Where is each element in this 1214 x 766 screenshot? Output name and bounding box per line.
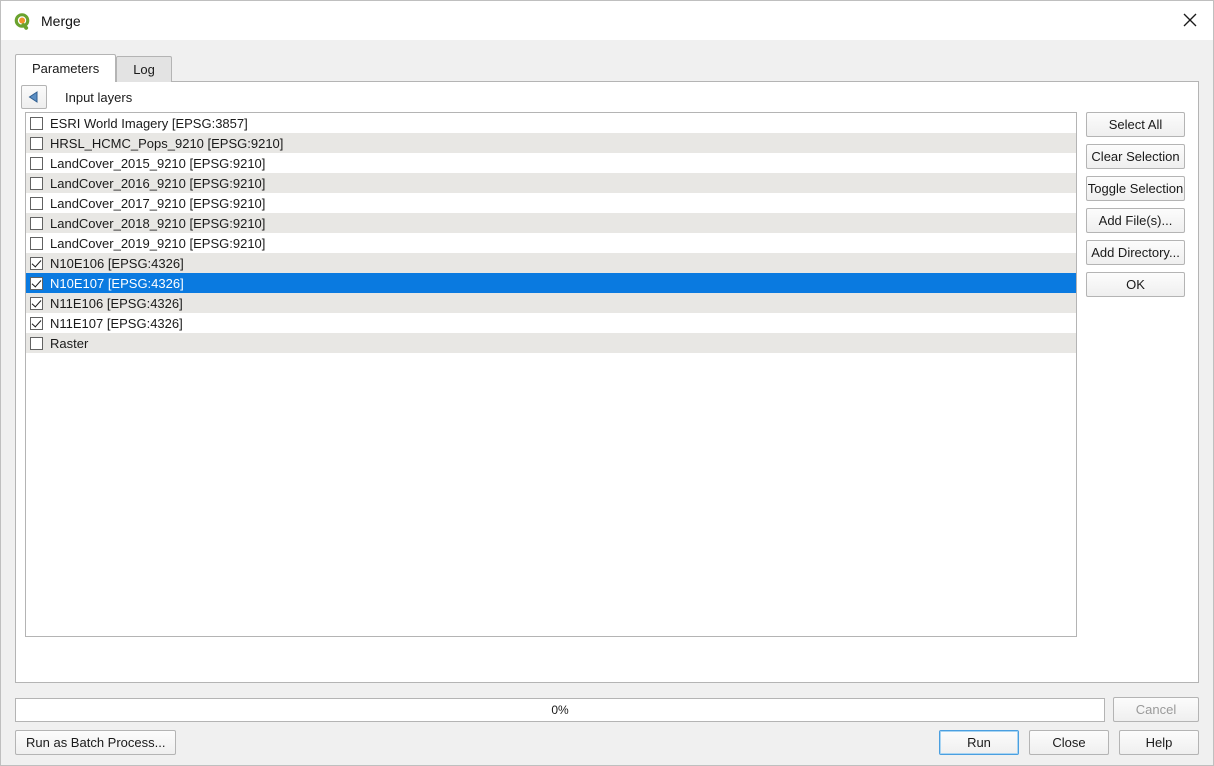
layer-label: LandCover_2019_9210 [EPSG:9210] <box>50 235 266 251</box>
layer-checkbox[interactable] <box>30 116 43 130</box>
progress-row: 0% Cancel <box>15 697 1199 722</box>
layer-list-item[interactable]: N11E107 [EPSG:4326] <box>26 313 1076 333</box>
qgis-logo-icon <box>12 11 32 31</box>
close-icon[interactable] <box>1167 1 1213 39</box>
clear-selection-button[interactable]: Clear Selection <box>1086 144 1185 169</box>
layer-checkbox[interactable] <box>30 176 43 190</box>
close-button[interactable]: Close <box>1029 730 1109 755</box>
cancel-button[interactable]: Cancel <box>1113 697 1199 722</box>
layer-list-item[interactable]: LandCover_2018_9210 [EPSG:9210] <box>26 213 1076 233</box>
run-as-batch-process-button[interactable]: Run as Batch Process... <box>15 730 177 755</box>
back-arrow-icon[interactable] <box>21 85 47 109</box>
layer-list-item[interactable]: HRSL_HCMC_Pops_9210 [EPSG:9210] <box>26 133 1076 153</box>
tab-bar: Parameters Log <box>15 54 1213 82</box>
layer-label: N10E107 [EPSG:4326] <box>50 275 184 291</box>
layer-label: ESRI World Imagery [EPSG:3857] <box>50 115 248 131</box>
layer-list-item[interactable]: N10E106 [EPSG:4326] <box>26 253 1076 273</box>
layer-list[interactable]: ESRI World Imagery [EPSG:3857] HRSL_HCMC_… <box>25 112 1077 637</box>
merge-dialog-window: Merge Parameters Log Input layers ESRI W… <box>0 0 1214 766</box>
layer-list-item[interactable]: N11E106 [EPSG:4326] <box>26 293 1076 313</box>
add-files-button[interactable]: Add File(s)... <box>1086 208 1185 233</box>
select-all-button[interactable]: Select All <box>1086 112 1185 137</box>
layer-checkbox[interactable] <box>30 296 43 310</box>
layer-list-item[interactable]: LandCover_2019_9210 [EPSG:9210] <box>26 233 1076 253</box>
dialog-body: Parameters Log Input layers ESRI World I… <box>1 40 1213 765</box>
layer-list-item[interactable]: LandCover_2016_9210 [EPSG:9210] <box>26 173 1076 193</box>
add-directory-button[interactable]: Add Directory... <box>1086 240 1185 265</box>
layer-checkbox[interactable] <box>30 236 43 250</box>
layer-label: Raster <box>50 335 89 351</box>
title-bar: Merge <box>1 1 1213 40</box>
help-button[interactable]: Help <box>1119 730 1199 755</box>
layer-label: LandCover_2016_9210 [EPSG:9210] <box>50 175 266 191</box>
layer-checkbox[interactable] <box>30 256 43 270</box>
layer-checkbox[interactable] <box>30 156 43 170</box>
panel-header: Input layers <box>16 82 1198 112</box>
layer-list-item[interactable]: N10E107 [EPSG:4326] <box>26 273 1076 293</box>
layer-checkbox[interactable] <box>30 136 43 150</box>
layer-label: LandCover_2018_9210 [EPSG:9210] <box>50 215 266 231</box>
layer-label: N10E106 [EPSG:4326] <box>50 255 184 271</box>
ok-button[interactable]: OK <box>1086 272 1185 297</box>
layer-list-item[interactable]: LandCover_2017_9210 [EPSG:9210] <box>26 193 1076 213</box>
layer-label: N11E107 [EPSG:4326] <box>50 315 183 331</box>
layer-label: LandCover_2017_9210 [EPSG:9210] <box>50 195 266 211</box>
tab-parameters[interactable]: Parameters <box>15 54 117 82</box>
tab-log[interactable]: Log <box>116 56 172 82</box>
toggle-selection-button[interactable]: Toggle Selection <box>1086 176 1185 201</box>
progress-bar: 0% <box>15 697 1105 722</box>
input-layers-label: Input layers <box>65 89 133 105</box>
window-title: Merge <box>41 12 81 29</box>
layer-checkbox[interactable] <box>30 316 43 330</box>
layer-list-item[interactable]: LandCover_2015_9210 [EPSG:9210] <box>26 153 1076 173</box>
layer-checkbox[interactable] <box>30 196 43 210</box>
layer-label: N11E106 [EPSG:4326] <box>50 295 183 311</box>
panel-content: ESRI World Imagery [EPSG:3857] HRSL_HCMC_… <box>16 112 1198 682</box>
layer-checkbox[interactable] <box>30 276 43 290</box>
action-row: Run as Batch Process... Run Close Help <box>15 730 1199 755</box>
parameters-panel: Input layers ESRI World Imagery [EPSG:38… <box>15 81 1199 683</box>
layer-list-item[interactable]: ESRI World Imagery [EPSG:3857] <box>26 113 1076 133</box>
layer-label: HRSL_HCMC_Pops_9210 [EPSG:9210] <box>50 135 284 151</box>
run-button[interactable]: Run <box>939 730 1019 755</box>
layer-list-item[interactable]: Raster <box>26 333 1076 353</box>
layer-label: LandCover_2015_9210 [EPSG:9210] <box>50 155 266 171</box>
layer-checkbox[interactable] <box>30 336 43 350</box>
layer-list-actions: Select All Clear Selection Toggle Selectio… <box>1086 112 1185 297</box>
layer-checkbox[interactable] <box>30 216 43 230</box>
bottom-area: 0% Cancel Run as Batch Process... Run Cl… <box>1 684 1213 765</box>
